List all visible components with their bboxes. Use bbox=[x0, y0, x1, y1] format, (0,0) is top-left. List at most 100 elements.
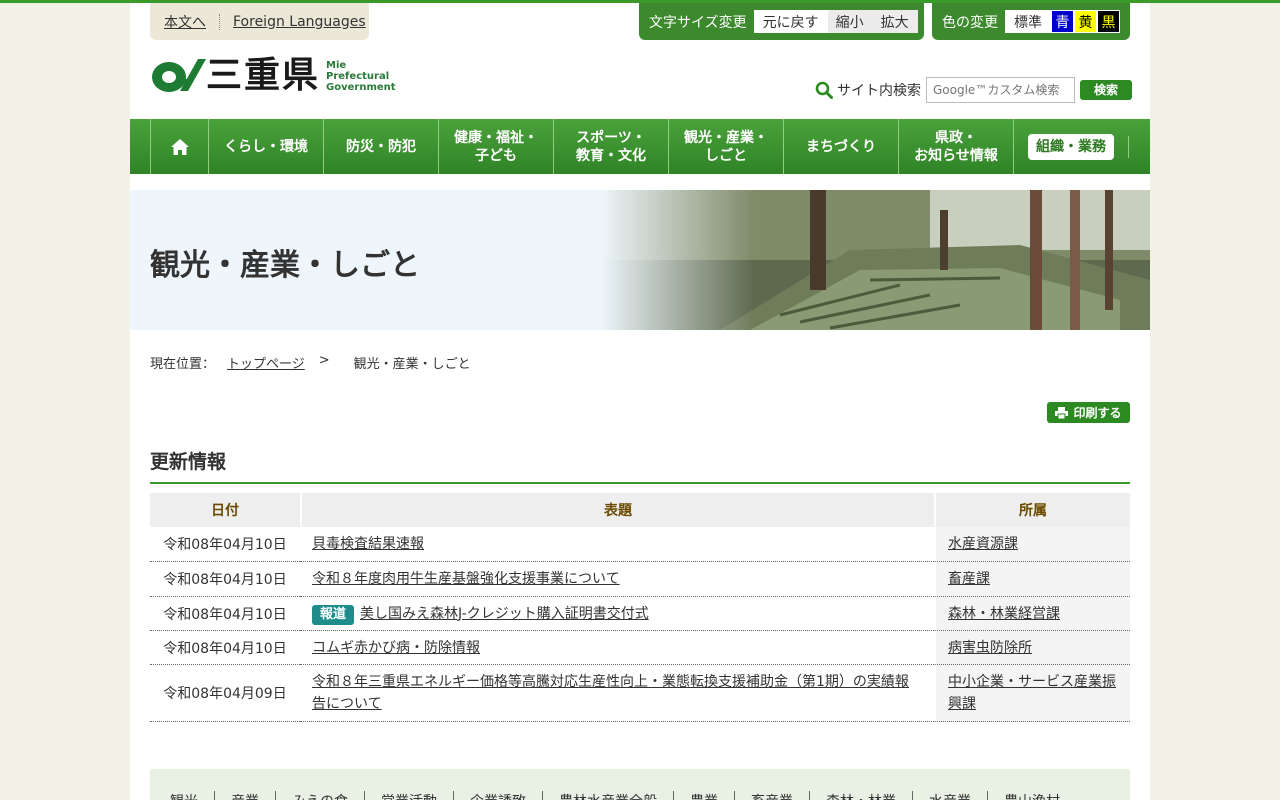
row-date: 令和08年04月09日 bbox=[150, 665, 300, 722]
category-link[interactable]: 農山漁村 bbox=[987, 791, 1076, 800]
nav-divider bbox=[1128, 135, 1130, 158]
skip-to-main-link[interactable]: 本文へ bbox=[164, 12, 206, 32]
logo-text: 三重県 bbox=[206, 55, 321, 96]
row-dept-cell: 森林・林業経営課 bbox=[934, 597, 1130, 631]
breadcrumb: 現在位置： トップページ > 観光・産業・しごと bbox=[150, 353, 471, 372]
nav-label: 子ども bbox=[475, 147, 517, 164]
global-nav: くらし・環境 防災・防犯 健康・福祉・ 子ども スポーツ・ 教育・文化 観光・産業・… bbox=[130, 119, 1150, 174]
category-link[interactable]: 農業 bbox=[673, 791, 734, 800]
color-change-panel: 色の変更 標準 青 黄 黒 bbox=[932, 3, 1130, 40]
nav-label: 県政・ bbox=[934, 129, 977, 146]
divider bbox=[219, 13, 220, 30]
row-date: 令和08年04月10日 bbox=[150, 562, 300, 597]
logo-english-line: Mie bbox=[326, 59, 347, 71]
row-date: 令和08年04月10日 bbox=[150, 527, 300, 562]
nav-label: お知らせ情報 bbox=[914, 147, 998, 164]
nav-label: 組織・業務 bbox=[1028, 133, 1114, 160]
column-header-date: 日付 bbox=[150, 493, 300, 527]
color-change-label: 色の変更 bbox=[942, 14, 998, 31]
table-row: 令和08年04月10日 コムギ赤かび病・防除情報 病害虫防除所 bbox=[150, 631, 1130, 665]
category-link[interactable]: 農林水産業全般 bbox=[542, 791, 673, 800]
nav-item-organization[interactable]: 組織・業務 bbox=[1013, 119, 1128, 174]
color-standard-button[interactable]: 標準 bbox=[1005, 10, 1051, 33]
row-title-link[interactable]: 美し国みえ森林J-クレジット購入証明書交付式 bbox=[360, 606, 649, 622]
category-link[interactable]: 企業誘致 bbox=[453, 791, 542, 800]
category-link[interactable]: 森林・林業 bbox=[809, 791, 912, 800]
nav-home[interactable] bbox=[150, 119, 208, 174]
row-dept-link[interactable]: 病害虫防除所 bbox=[948, 640, 1032, 656]
mie-emblem-icon bbox=[152, 59, 206, 92]
row-title-cell: 令和８年三重県エネルギー価格等高騰対応生産性向上・業態転換支援補助金（第1期）の… bbox=[300, 665, 934, 722]
row-title-link[interactable]: 令和８年度肉用牛生産基盤強化支援事業について bbox=[312, 571, 620, 587]
font-reset-button[interactable]: 元に戻す bbox=[753, 10, 828, 33]
updates-table: 日付 表題 所属 令和08年04月10日 貝毒検査結果速報 水産資源課 令和08… bbox=[150, 493, 1130, 722]
search-label: サイト内検索 bbox=[837, 82, 921, 99]
breadcrumb-label: 現在位置： bbox=[150, 357, 216, 372]
font-size-label: 文字サイズ変更 bbox=[649, 14, 747, 31]
category-hero: 観光・産業・しごと bbox=[130, 190, 1150, 330]
nav-label: 観光・産業・ bbox=[684, 129, 768, 146]
nav-item-town[interactable]: まちづくり bbox=[783, 119, 898, 174]
font-larger-button[interactable]: 拡大 bbox=[871, 10, 918, 33]
print-button[interactable]: 印刷する bbox=[1047, 402, 1130, 423]
row-title-link[interactable]: 令和８年三重県エネルギー価格等高騰対応生産性向上・業態転換支援補助金（第1期）の… bbox=[312, 674, 909, 712]
foreign-languages-link[interactable]: Foreign Languages bbox=[233, 14, 366, 30]
row-dept-link[interactable]: 畜産課 bbox=[948, 571, 990, 587]
table-row: 令和08年04月09日 令和８年三重県エネルギー価格等高騰対応生産性向上・業態転… bbox=[150, 665, 1130, 722]
row-dept-link[interactable]: 水産資源課 bbox=[948, 536, 1018, 552]
row-date: 令和08年04月10日 bbox=[150, 631, 300, 665]
breadcrumb-separator: > bbox=[318, 353, 330, 368]
breadcrumb-current: 観光・産業・しごと bbox=[353, 357, 471, 372]
font-size-panel: 文字サイズ変更 元に戻す 縮小 拡大 bbox=[639, 3, 924, 40]
category-link[interactable]: 畜産業 bbox=[734, 791, 809, 800]
nav-label: 防災・防犯 bbox=[346, 138, 416, 155]
table-row: 令和08年04月10日 報道 美し国みえ森林J-クレジット購入証明書交付式 森林・… bbox=[150, 597, 1130, 631]
color-black-button[interactable]: 黒 bbox=[1097, 10, 1120, 33]
category-link[interactable]: 営業活動 bbox=[364, 791, 453, 800]
category-link[interactable]: 観光 bbox=[170, 791, 214, 800]
nav-item-living[interactable]: くらし・環境 bbox=[208, 119, 323, 174]
nav-label: 健康・福祉・ bbox=[454, 129, 538, 146]
nav-label: まちづくり bbox=[806, 138, 876, 155]
font-smaller-button[interactable]: 縮小 bbox=[827, 10, 872, 33]
category-link[interactable]: 産業 bbox=[214, 791, 275, 800]
home-icon bbox=[170, 138, 189, 155]
press-release-badge: 報道 bbox=[312, 604, 355, 625]
row-dept-cell: 病害虫防除所 bbox=[934, 631, 1130, 665]
nav-label: スポーツ・ bbox=[576, 129, 646, 146]
category-links: 観光 産業 みえの食 営業活動 企業誘致 農林水産業全般 農業 畜産業 森林・林… bbox=[150, 769, 1130, 800]
nav-item-tourism[interactable]: 観光・産業・ しごと bbox=[668, 119, 783, 174]
search-input[interactable] bbox=[926, 76, 1075, 103]
page-title: 観光・産業・しごと bbox=[150, 248, 420, 283]
column-header-dept: 所属 bbox=[934, 493, 1130, 527]
category-link[interactable]: みえの食 bbox=[275, 791, 364, 800]
logo-english: Mie Prefectural Government bbox=[326, 60, 396, 93]
category-link[interactable]: 水産業 bbox=[912, 791, 987, 800]
search-button[interactable]: 検索 bbox=[1080, 79, 1132, 100]
nav-label: くらし・環境 bbox=[224, 138, 308, 155]
color-blue-button[interactable]: 青 bbox=[1051, 10, 1074, 33]
nav-item-prefecture[interactable]: 県政・ お知らせ情報 bbox=[898, 119, 1013, 174]
nav-item-health[interactable]: 健康・福祉・ 子ども bbox=[438, 119, 553, 174]
row-dept-link[interactable]: 森林・林業経営課 bbox=[948, 606, 1060, 622]
breadcrumb-home-link[interactable]: トップページ bbox=[227, 353, 305, 372]
color-yellow-button[interactable]: 黄 bbox=[1074, 10, 1097, 33]
section-title: 更新情報 bbox=[150, 447, 1130, 484]
row-dept-cell: 水産資源課 bbox=[934, 527, 1130, 562]
row-title-link[interactable]: コムギ赤かび病・防除情報 bbox=[312, 640, 480, 656]
search-icon bbox=[815, 81, 833, 99]
nav-item-disaster[interactable]: 防災・防犯 bbox=[323, 119, 438, 174]
site-logo[interactable]: 三重県 Mie Prefectural Government bbox=[150, 55, 396, 97]
forest-path-image bbox=[600, 190, 1150, 330]
row-title-cell: 報道 美し国みえ森林J-クレジット購入証明書交付式 bbox=[300, 597, 934, 631]
table-row: 令和08年04月10日 貝毒検査結果速報 水産資源課 bbox=[150, 527, 1130, 562]
nav-item-sports[interactable]: スポーツ・ 教育・文化 bbox=[553, 119, 668, 174]
row-dept-link[interactable]: 中小企業・サービス産業振興課 bbox=[948, 674, 1116, 712]
row-dept-cell: 中小企業・サービス産業振興課 bbox=[934, 665, 1130, 722]
skip-links: 本文へ Foreign Languages bbox=[150, 3, 369, 40]
site-search: サイト内検索 検索 bbox=[815, 76, 1132, 103]
row-title-cell: 令和８年度肉用牛生産基盤強化支援事業について bbox=[300, 562, 934, 597]
table-row: 令和08年04月10日 令和８年度肉用牛生産基盤強化支援事業について 畜産課 bbox=[150, 562, 1130, 597]
row-title-link[interactable]: 貝毒検査結果速報 bbox=[312, 536, 424, 552]
row-title-cell: 貝毒検査結果速報 bbox=[300, 527, 934, 562]
